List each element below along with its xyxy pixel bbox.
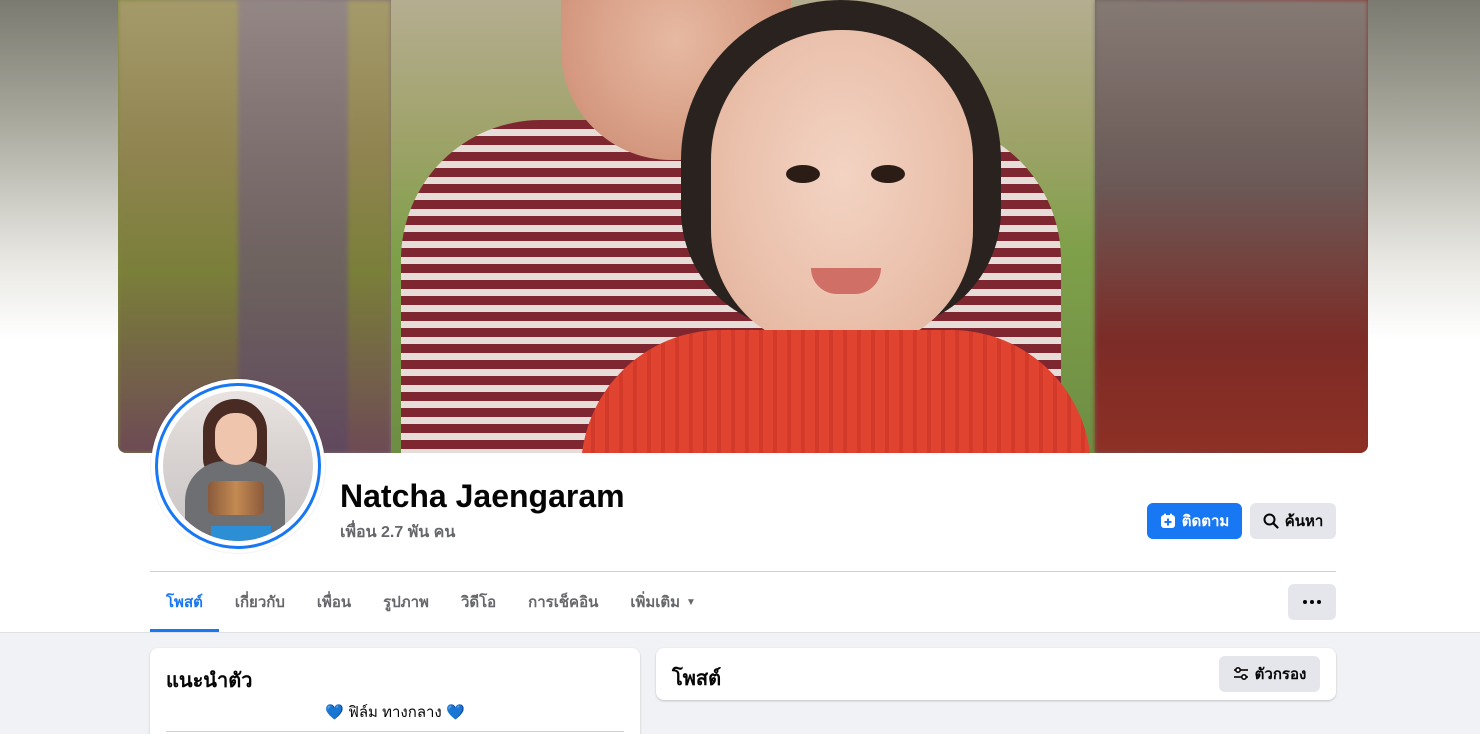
cover-child-sweater bbox=[581, 330, 1091, 453]
friends-count[interactable]: เพื่อน 2.7 พัน คน bbox=[340, 520, 455, 545]
cover-child-face bbox=[711, 30, 973, 350]
tab-label: การเช็คอิน bbox=[528, 594, 599, 611]
tab-label: เพื่อน bbox=[316, 594, 352, 611]
tab-photos[interactable]: รูปภาพ bbox=[367, 572, 445, 632]
profile-avatar[interactable] bbox=[151, 379, 325, 553]
tab-posts[interactable]: โพสต์ bbox=[150, 572, 219, 632]
tab-videos[interactable]: วิดีโอ bbox=[445, 572, 512, 632]
plus-square-icon bbox=[1160, 513, 1176, 529]
cover-photo[interactable] bbox=[118, 0, 1368, 453]
follow-button[interactable]: ติดตาม bbox=[1147, 503, 1242, 539]
search-label: ค้นหา bbox=[1284, 513, 1324, 530]
avatar-jeans bbox=[211, 526, 271, 541]
bio-text: ฟิล์ม ทางกลาง bbox=[348, 704, 442, 721]
profile-header: Natcha Jaengaram เพื่อน 2.7 พัน คน ติดตา… bbox=[0, 0, 1480, 633]
tab-friends[interactable]: เพื่อน bbox=[301, 572, 367, 632]
avatar-story-ring bbox=[155, 383, 321, 549]
intro-card: แนะนำตัว 💙 ฟิล์ม ทางกลาง 💙 bbox=[150, 648, 640, 734]
search-icon bbox=[1263, 513, 1279, 529]
profile-tabs: โพสต์ เกี่ยวกับ เพื่อน รูปภาพ วิดีโอ การ… bbox=[150, 572, 712, 632]
profile-page: Natcha Jaengaram เพื่อน 2.7 พัน คน ติดตา… bbox=[0, 0, 1480, 734]
avatar-image bbox=[163, 391, 313, 541]
posts-card: โพสต์ ตัวกรอง bbox=[656, 648, 1336, 700]
intro-bio: 💙 ฟิล์ม ทางกลาง 💙 bbox=[150, 700, 640, 724]
tab-label: วิดีโอ bbox=[460, 594, 497, 611]
cover-blur-right bbox=[1095, 0, 1368, 453]
cover-photo-image bbox=[391, 0, 1095, 453]
intro-divider bbox=[166, 731, 624, 732]
intro-title: แนะนำตัว bbox=[166, 670, 253, 692]
search-button[interactable]: ค้นหา bbox=[1250, 503, 1336, 539]
tab-checkins[interactable]: การเช็คอิน bbox=[512, 572, 614, 632]
filter-label: ตัวกรอง bbox=[1254, 666, 1307, 683]
tab-label: โพสต์ bbox=[166, 594, 203, 611]
follow-label: ติดตาม bbox=[1181, 513, 1230, 530]
filter-sliders-icon bbox=[1233, 666, 1249, 682]
tab-label: เพิ่มเติม bbox=[630, 594, 681, 611]
avatar-face bbox=[215, 413, 257, 465]
tab-about[interactable]: เกี่ยวกับ bbox=[219, 572, 301, 632]
chevron-down-icon: ▼ bbox=[686, 596, 696, 608]
cover-child-eye bbox=[871, 165, 905, 183]
posts-title: โพสต์ bbox=[672, 668, 722, 690]
more-dots-icon bbox=[1303, 600, 1321, 604]
blue-heart-icon: 💙 bbox=[445, 704, 465, 721]
tab-label: เกี่ยวกับ bbox=[234, 594, 285, 611]
cover-child-eye bbox=[786, 165, 820, 183]
more-options-button[interactable] bbox=[1288, 584, 1336, 620]
profile-name: Natcha Jaengaram bbox=[340, 478, 625, 514]
blue-heart-icon: 💙 bbox=[325, 704, 345, 721]
filter-button[interactable]: ตัวกรอง bbox=[1219, 656, 1320, 692]
avatar-shirt-print bbox=[208, 481, 264, 515]
tab-more[interactable]: เพิ่มเติม ▼ bbox=[614, 572, 712, 632]
tab-label: รูปภาพ bbox=[383, 594, 429, 611]
